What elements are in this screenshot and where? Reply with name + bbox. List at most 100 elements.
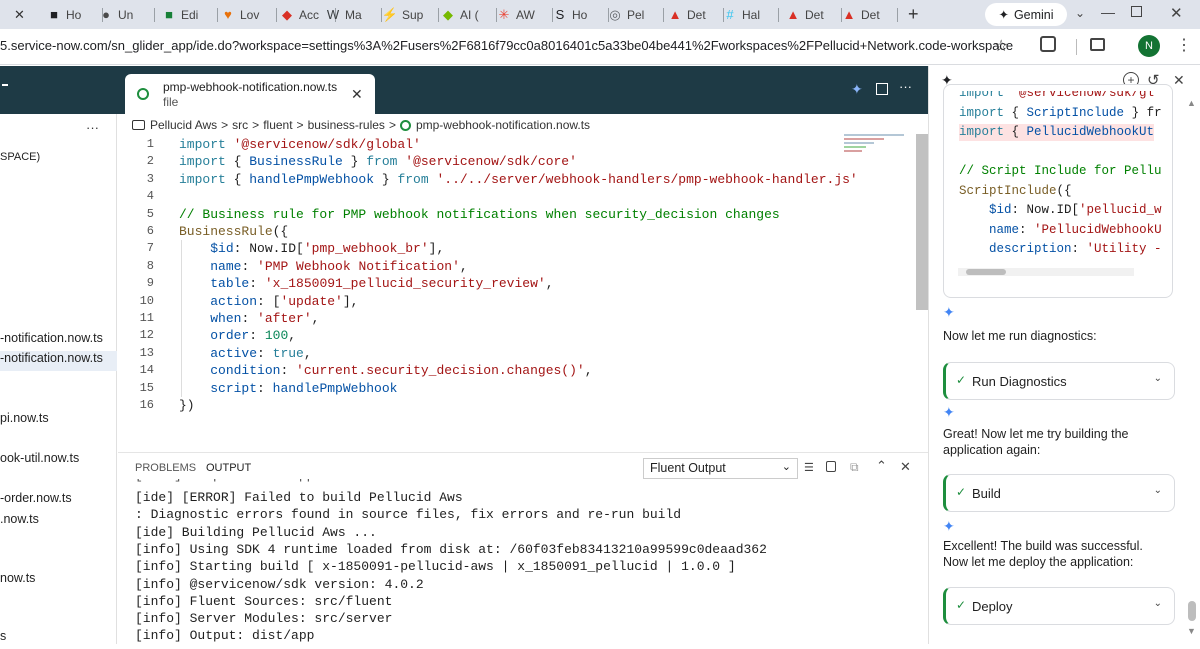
tab-favicon-icon: W (326, 7, 340, 22)
panel-scroll-down-icon[interactable]: ▼ (1187, 626, 1196, 636)
lock-icon[interactable] (826, 461, 836, 472)
code-line[interactable]: table: 'x_1850091_pellucid_security_revi… (179, 275, 553, 292)
code-editor[interactable]: Pellucid Aws > src > fluent > business-rule… (118, 114, 928, 452)
code-token: description (989, 242, 1072, 256)
code-token: name (989, 222, 1020, 237)
browser-tab[interactable]: ♥ Lov (221, 0, 277, 29)
editor-scrollbar[interactable] (916, 134, 928, 310)
close-panel-icon[interactable]: ✕ (900, 459, 911, 475)
browser-tab-label: Sup (402, 7, 424, 22)
browser-tab[interactable]: ✳ AW (497, 0, 553, 29)
url-field[interactable]: 5.service-now.com/sn_glider_app/ide.do?w… (0, 38, 1013, 53)
breadcrumb-item[interactable]: Pellucid Aws (150, 118, 217, 132)
editor-tab[interactable]: pmp-webhook-notification.now.ts file ✕ (125, 74, 375, 114)
new-tab-button[interactable]: + (908, 4, 919, 25)
maximize-panel-icon[interactable]: ⌃ (876, 458, 887, 474)
snippet-line: import '@servicenow/sdk/gl (959, 91, 1154, 102)
sidebar-item[interactable]: -notification.now.ts (0, 351, 117, 371)
code-token: 'update' (280, 293, 343, 309)
code-line[interactable]: }) (179, 397, 195, 414)
browser-tab[interactable]: ▲ Det (842, 0, 898, 29)
sidebar-item[interactable]: .now.ts (0, 512, 117, 532)
minimize-icon[interactable]: — (1101, 4, 1115, 20)
code-line[interactable]: import { handlePmpWebhook } from '../../… (179, 171, 858, 188)
sidebar-item[interactable]: ook-util.now.ts (0, 451, 117, 471)
tool-call-card[interactable]: ✓ Run Diagnostics ⌄ (943, 362, 1175, 400)
breadcrumb-item[interactable]: business-rules (308, 118, 385, 132)
code-line[interactable]: active: true, (179, 345, 311, 362)
extensions-icon[interactable] (1040, 36, 1056, 52)
browser-tab[interactable]: W Ma (326, 0, 382, 29)
tab-favicon-icon: ● (102, 7, 110, 22)
tab-search-icon[interactable]: ⌄ (1075, 6, 1085, 20)
code-line[interactable]: name: 'PMP Webhook Notification', (179, 258, 467, 275)
tab-output[interactable]: OUTPUT (206, 462, 251, 474)
browser-tab[interactable]: ⚡ Sup (383, 0, 439, 29)
profile-avatar[interactable]: N (1138, 35, 1160, 57)
breadcrumb: Pellucid Aws > src > fluent > business-rule… (132, 118, 590, 132)
chevron-down-icon[interactable]: ⌄ (1154, 598, 1162, 609)
bookmark-star-icon[interactable]: ☆ (994, 36, 1008, 56)
browser-tab[interactable]: ■ Ho (47, 0, 103, 29)
sidebar-item[interactable]: pi.now.ts (0, 411, 117, 431)
sidebar-item[interactable]: SPACE) (0, 151, 117, 171)
code-line[interactable]: // Business rule for PMP webhook notific… (179, 206, 780, 223)
code-token: } (374, 171, 398, 187)
panel-scroll-up-icon[interactable]: ▲ (1187, 98, 1196, 108)
code-line[interactable]: import { BusinessRule } from '@serviceno… (179, 153, 577, 170)
code-token: ({ (1056, 183, 1072, 198)
sidebar-item[interactable]: -notification.now.ts (0, 331, 117, 351)
sidebar-item[interactable]: -order.now.ts (0, 491, 117, 511)
code-line[interactable]: script: handlePmpWebhook (179, 380, 397, 397)
code-line[interactable]: $id: Now.ID['pmp_webhook_br'], (179, 240, 444, 257)
breadcrumb-item[interactable]: src (232, 118, 248, 132)
output-channel-select[interactable]: Fluent Output ⌄ (643, 458, 798, 479)
chevron-down-icon[interactable]: ⌄ (1154, 485, 1162, 496)
gemini-close-icon[interactable]: ✕ (1173, 72, 1185, 89)
code-token: { (233, 154, 250, 170)
browser-tab[interactable]: ◎ Pel (608, 0, 664, 29)
browser-tab[interactable]: S Ho (553, 0, 609, 29)
tab-problems[interactable]: PROBLEMS (135, 462, 196, 474)
code-line[interactable]: when: 'after', (179, 310, 319, 327)
close-tab-icon[interactable]: ✕ (351, 86, 363, 103)
restore-icon[interactable] (1131, 6, 1142, 17)
snippet-hscroll[interactable] (958, 268, 1134, 276)
browser-tab[interactable]: ■ Edi (162, 0, 218, 29)
browser-tab[interactable]: ◆ AI ( (441, 0, 497, 29)
split-editor-icon[interactable] (876, 83, 888, 95)
gemini-button[interactable]: ✦ Gemini (985, 3, 1067, 26)
chevron-down-icon[interactable]: ⌄ (1154, 373, 1162, 384)
sidebar-item[interactable]: now.ts (0, 571, 117, 591)
tool-call-card[interactable]: ✓ Deploy ⌄ (943, 587, 1175, 625)
code-line[interactable]: import '@servicenow/sdk/global' (179, 136, 421, 153)
open-editor-icon[interactable]: ⧉ (850, 460, 859, 475)
explorer-more-icon[interactable]: ··· (86, 120, 99, 135)
browser-tab[interactable]: ● Un (99, 0, 155, 29)
panel-scrollbar[interactable] (1188, 601, 1196, 621)
code-token: BusinessRule (249, 154, 343, 170)
code-token: : (257, 380, 273, 396)
browser-tab[interactable]: ▲ Det (668, 0, 724, 29)
code-line[interactable]: BusinessRule({ (179, 223, 288, 240)
browser-tab[interactable]: ▲ Det (786, 0, 842, 29)
code-line[interactable]: condition: 'current.security_decision.ch… (179, 362, 592, 379)
tab-close-icon[interactable]: ✕ (14, 7, 25, 23)
sidebar-toggle-icon[interactable] (2, 84, 8, 86)
ai-sparkle-icon[interactable]: ✦ (851, 81, 863, 98)
sidebar-item[interactable]: s (0, 629, 117, 649)
divider (1076, 39, 1077, 55)
breadcrumb-item[interactable]: pmp-webhook-notification.now.ts (416, 118, 590, 132)
browser-menu-icon[interactable]: ⋮ (1176, 35, 1192, 55)
output-line: : Diagnostic errors found in source file… (135, 507, 682, 523)
reading-list-icon[interactable] (1090, 38, 1105, 51)
window-close-icon[interactable]: ✕ (1170, 4, 1183, 22)
filter-icon[interactable]: ☰ (804, 461, 814, 474)
code-line[interactable]: action: ['update'], (179, 293, 358, 310)
code-line[interactable]: order: 100, (179, 327, 296, 344)
breadcrumb-item[interactable]: fluent (263, 118, 292, 132)
tool-call-card[interactable]: ✓ Build ⌄ (943, 474, 1175, 512)
editor-more-icon[interactable]: ··· (899, 79, 912, 94)
browser-tab[interactable]: # Hal (723, 0, 779, 29)
